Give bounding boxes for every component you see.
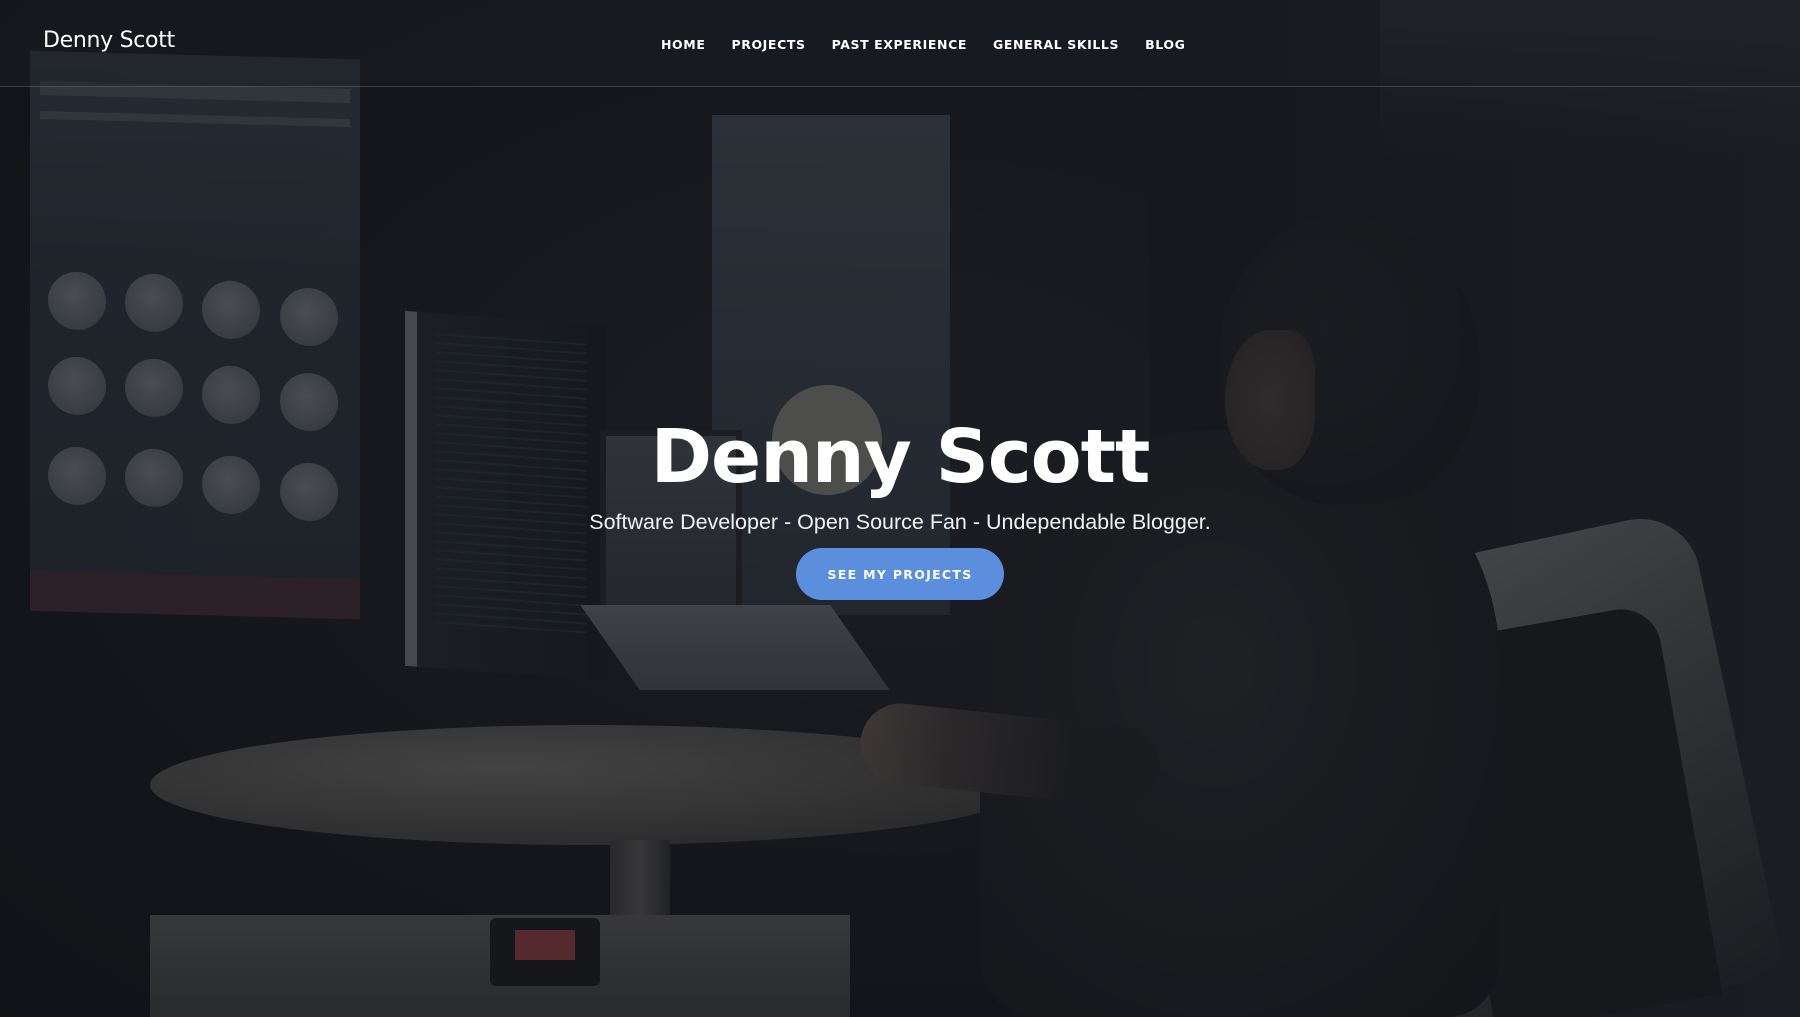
- nav-link-home[interactable]: HOME: [661, 37, 705, 52]
- nav-link-past-experience[interactable]: PAST EXPERIENCE: [832, 37, 967, 52]
- brand-logo-link[interactable]: Denny Scott: [43, 28, 175, 53]
- nav-item-general-skills: GENERAL SKILLS: [993, 36, 1119, 54]
- nav-link-blog[interactable]: BLOG: [1145, 37, 1185, 52]
- nav-menu: HOME PROJECTS PAST EXPERIENCE GENERAL SK…: [661, 36, 1211, 54]
- nav-item-blog: BLOG: [1145, 36, 1185, 54]
- nav-item-past-experience: PAST EXPERIENCE: [832, 36, 967, 54]
- nav-link-general-skills[interactable]: GENERAL SKILLS: [993, 37, 1119, 52]
- nav-item-home: HOME: [661, 36, 705, 54]
- top-navigation: Denny Scott HOME PROJECTS PAST EXPERIENC…: [0, 0, 1800, 87]
- hero-section: Denny Scott Software Developer - Open So…: [0, 0, 1800, 1017]
- hero-subtitle: Software Developer - Open Source Fan - U…: [589, 510, 1211, 534]
- page: Denny Scott HOME PROJECTS PAST EXPERIENC…: [0, 0, 1800, 1017]
- nav-item-projects: PROJECTS: [731, 36, 805, 54]
- see-my-projects-button[interactable]: SEE MY PROJECTS: [796, 548, 1004, 600]
- hero-title: Denny Scott: [650, 414, 1151, 500]
- nav-link-projects[interactable]: PROJECTS: [731, 37, 805, 52]
